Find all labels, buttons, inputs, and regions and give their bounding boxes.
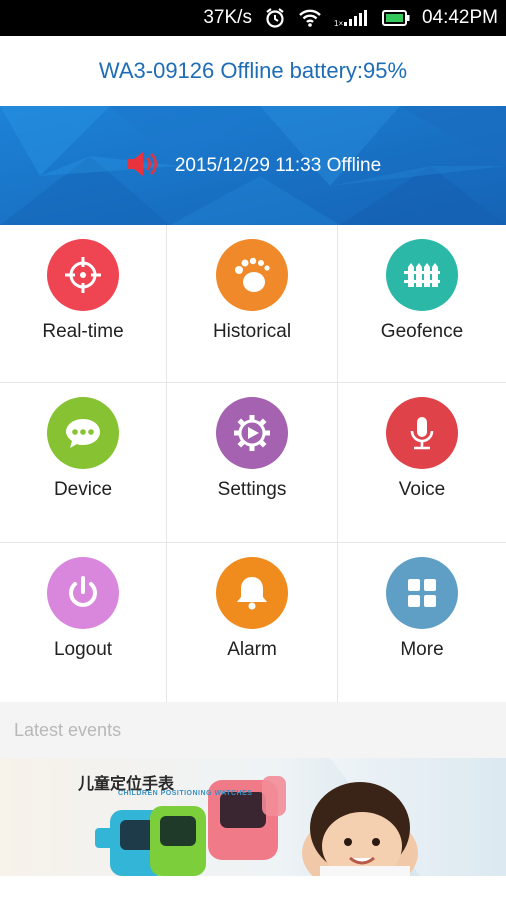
menu-label: Device [53, 479, 113, 500]
chat-bubble-icon [47, 397, 119, 469]
menu-real-time[interactable]: Real-time [0, 225, 167, 383]
menu-device[interactable]: Device [0, 383, 167, 543]
status-bar: 37K/s 1× 04:42PM [0, 0, 506, 36]
device-status-title: WA3-09126 Offline battery:95% [98, 58, 408, 83]
menu-logout[interactable]: Logout [0, 543, 167, 702]
gear-icon [216, 397, 288, 469]
speaker-icon[interactable] [125, 150, 161, 182]
menu-label: Alarm [227, 639, 277, 660]
latest-events-header: Latest events [0, 702, 506, 758]
grid-icon [386, 557, 458, 629]
menu-label: Settings [217, 479, 287, 500]
clock-time: 04:42PM [421, 7, 498, 28]
alarm-clock-icon [264, 7, 286, 29]
menu-historical[interactable]: Historical [167, 225, 338, 383]
bell-icon [216, 557, 288, 629]
feature-grid: Real-time Historical Geofence Device Set… [0, 225, 506, 702]
menu-alarm[interactable]: Alarm [167, 543, 338, 702]
svg-text:1×: 1× [334, 19, 343, 28]
menu-settings[interactable]: Settings [167, 383, 338, 543]
header-bar: WA3-09126 Offline battery:95% [0, 36, 506, 106]
fence-icon [386, 239, 458, 311]
menu-voice[interactable]: Voice [338, 383, 506, 543]
menu-geofence[interactable]: Geofence [338, 225, 506, 383]
menu-label: More [400, 639, 444, 660]
menu-label: Real-time [42, 321, 124, 342]
microphone-icon [386, 397, 458, 469]
menu-label: Voice [398, 479, 446, 500]
menu-label: Historical [212, 321, 292, 342]
menu-label: Logout [53, 639, 113, 660]
power-icon [47, 557, 119, 629]
status-banner: 2015/12/29 11:33 Offline [0, 106, 506, 225]
advertisement-image [0, 758, 506, 876]
network-speed: 37K/s [203, 7, 252, 28]
advertisement-banner[interactable]: 儿童定位手表 CHILDREN POSITIONING WATCHES [0, 758, 506, 876]
battery-icon [381, 10, 410, 26]
ad-subtitle: CHILDREN POSITIONING WATCHES [118, 790, 253, 797]
latest-events-label: Latest events [14, 719, 122, 740]
bottom-spacer [0, 876, 506, 900]
wifi-icon [298, 8, 322, 28]
signal-icon: 1× [334, 8, 370, 28]
footprint-icon [216, 239, 288, 311]
last-update-status: 2015/12/29 11:33 Offline [174, 154, 382, 176]
crosshair-icon [47, 239, 119, 311]
menu-more[interactable]: More [338, 543, 506, 702]
menu-label: Geofence [380, 321, 464, 342]
